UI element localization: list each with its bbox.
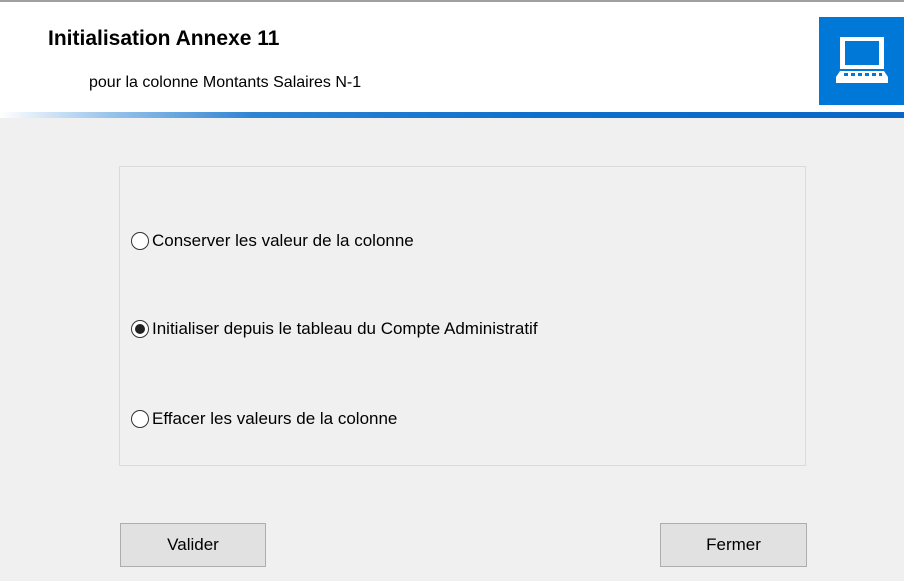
radio-clear-values[interactable]: Effacer les valeurs de la colonne <box>131 407 397 431</box>
radio-init-from-account[interactable]: Initialiser depuis le tableau du Compte … <box>131 317 538 341</box>
radio-button-icon[interactable] <box>131 232 149 250</box>
computer-icon <box>819 17 904 105</box>
dialog-subtitle: pour la colonne Montants Salaires N-1 <box>89 74 362 91</box>
dialog-title: Initialisation Annexe 11 <box>48 27 280 50</box>
radio-label-init-from-account[interactable]: Initialiser depuis le tableau du Compte … <box>152 319 538 339</box>
header-top-border <box>0 0 904 2</box>
radio-button-selected-icon[interactable] <box>131 320 149 338</box>
dialog-header: Initialisation Annexe 11 pour la colonne… <box>0 0 904 112</box>
validate-button[interactable]: Valider <box>120 523 266 567</box>
radio-button-icon[interactable] <box>131 410 149 428</box>
radio-label-clear-values[interactable]: Effacer les valeurs de la colonne <box>152 409 397 429</box>
radio-dot-icon <box>135 324 145 334</box>
header-accent-bar <box>0 112 904 118</box>
radio-label-keep-values[interactable]: Conserver les valeur de la colonne <box>152 231 414 251</box>
close-button[interactable]: Fermer <box>660 523 807 567</box>
radio-keep-values[interactable]: Conserver les valeur de la colonne <box>131 229 414 253</box>
